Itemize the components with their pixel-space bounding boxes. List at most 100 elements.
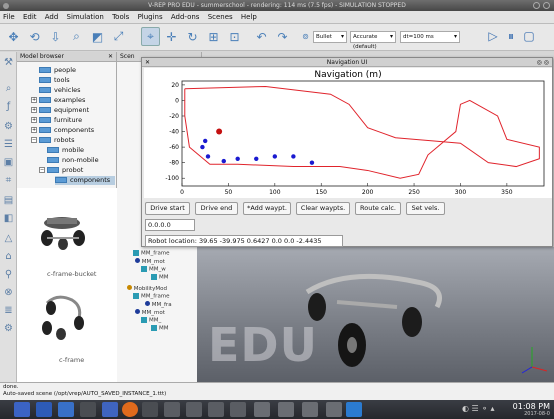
vrep-task-icon[interactable] — [254, 402, 270, 417]
scene-hierarchy-icon[interactable]: ⌂ — [2, 250, 15, 263]
camera-rotate-icon[interactable]: ⟲ — [25, 27, 44, 46]
taskbar-app-icon[interactable] — [208, 402, 224, 417]
hier-item[interactable]: MM_mot — [135, 309, 165, 316]
selection-icon[interactable]: ◧ — [2, 212, 15, 225]
camera-angle-icon[interactable]: ◩ — [88, 27, 107, 46]
click-select-icon[interactable]: ⌖ — [141, 27, 160, 46]
taskbar-app-icon[interactable] — [36, 402, 52, 417]
menu-scenes[interactable]: Scenes — [208, 13, 233, 21]
tree-item-tools[interactable]: tools — [39, 76, 70, 85]
menu-edit[interactable]: Edit — [23, 13, 37, 21]
user-settings-icon[interactable]: ⚲ — [2, 268, 15, 281]
taskbar-app-icon[interactable] — [142, 402, 158, 417]
menu-simulation[interactable]: Simulation — [67, 13, 104, 21]
menu-add-ons[interactable]: Add-ons — [171, 13, 200, 21]
tree-item-robots[interactable]: − robots — [31, 136, 75, 145]
expand-icon[interactable]: + — [31, 127, 37, 133]
calculation-modules-icon[interactable]: ⌕ — [2, 82, 15, 95]
start-menu-icon[interactable] — [14, 402, 30, 417]
hier-item[interactable]: MM_frame — [133, 250, 170, 257]
hier-item[interactable]: MM — [151, 274, 169, 281]
drive-start-button[interactable]: Drive start — [145, 202, 190, 215]
hier-item[interactable]: MM_ — [141, 317, 161, 324]
tray-icons[interactable]: ◐ ☰ ⚬ ▴ — [462, 404, 495, 413]
hier-item[interactable]: MM_frame — [133, 293, 170, 300]
path-edit-icon[interactable]: ⌗ — [2, 174, 15, 187]
tree-item-vehicles[interactable]: vehicles — [39, 86, 81, 95]
drive-end-button[interactable]: Drive end — [195, 202, 238, 215]
shapes-edit-icon[interactable]: ▣ — [2, 156, 15, 169]
tree-item-probot[interactable]: − probot — [39, 166, 83, 175]
stop-icon[interactable]: ▢ — [522, 29, 536, 44]
tree-item-equipment[interactable]: + equipment — [31, 106, 89, 115]
taskbar-app-icon[interactable] — [58, 402, 74, 417]
pause-icon[interactable]: ⏸ — [504, 29, 518, 44]
hier-item[interactable]: MM_w — [141, 266, 166, 273]
physics-engine-select[interactable]: Bullet — [313, 31, 347, 43]
collections-icon[interactable]: ⚙ — [2, 120, 15, 133]
navigation-plot[interactable]: Navigation (m) 0 50 100 150 200 250 300 350 20 0-… — [144, 68, 552, 198]
tree-item-examples[interactable]: + examples — [31, 96, 85, 105]
hier-item[interactable]: MobilityMod — [127, 285, 167, 292]
hier-item[interactable]: MM_mot — [135, 258, 165, 265]
menu-add[interactable]: Add — [45, 13, 59, 21]
minimize-icon[interactable] — [533, 2, 540, 9]
scene-object-properties-icon[interactable]: ⚒ — [2, 56, 15, 69]
transfer-dna-icon[interactable]: ⊡ — [225, 27, 244, 46]
window-controls-icon[interactable]: ◎ ◎ — [537, 58, 549, 67]
tree-item-probot-components[interactable]: components — [55, 176, 115, 185]
fx-icon[interactable]: ƒ — [2, 100, 15, 113]
tree-item-non-mobile[interactable]: non-mobile — [47, 156, 99, 165]
timestep-select[interactable]: dt=100 ms — [400, 31, 460, 43]
taskbar-app-icon[interactable] — [164, 402, 180, 417]
assemble-icon[interactable]: ⊞ — [204, 27, 223, 46]
set-vels-button[interactable]: Set vels. — [406, 202, 445, 215]
add-waypoint-button[interactable]: *Add waypt. — [243, 202, 291, 215]
close-icon[interactable]: ✕ — [145, 58, 150, 67]
collapse-icon[interactable]: − — [39, 167, 45, 173]
vrep-task-icon[interactable] — [302, 402, 318, 417]
expand-icon[interactable]: + — [31, 117, 37, 123]
accuracy-select[interactable]: Accurate (default) — [350, 31, 396, 50]
taskbar-app-icon[interactable] — [230, 402, 246, 417]
tree-item-mobile[interactable]: mobile — [47, 146, 84, 155]
layers-icon[interactable]: ▤ — [2, 194, 15, 207]
close-icon[interactable]: ✕ — [108, 52, 113, 62]
taskbar-app-icon[interactable] — [186, 402, 202, 417]
c-frame-bucket-thumbnail[interactable] — [41, 217, 85, 250]
object-rotate-icon[interactable]: ↻ — [183, 27, 202, 46]
close-icon[interactable] — [543, 2, 550, 9]
waypoint-input[interactable]: 0.0.0.0 — [145, 219, 195, 231]
tree-item-components[interactable]: + components — [31, 126, 94, 135]
collapse-icon[interactable]: − — [31, 137, 37, 143]
hier-item[interactable]: MM — [151, 325, 169, 332]
model-browser-icon[interactable]: △ — [2, 232, 15, 245]
vrep-task-icon[interactable] — [278, 402, 294, 417]
camera-shift-icon[interactable]: ⇩ — [46, 27, 65, 46]
vision-icon[interactable]: ≣ — [2, 304, 15, 317]
expand-icon[interactable]: + — [31, 107, 37, 113]
tree-item-furniture[interactable]: + furniture — [31, 116, 82, 125]
settings-icon[interactable]: ⚙ — [2, 322, 15, 335]
menu-plugins[interactable]: Plugins — [138, 13, 163, 21]
c-frame-thumbnail[interactable] — [42, 295, 84, 340]
clock-time[interactable]: 01:08 PM — [513, 402, 550, 411]
camera-pan-icon[interactable]: ✥ — [4, 27, 23, 46]
menu-file[interactable]: File — [3, 13, 15, 21]
scripts-icon[interactable]: ☰ — [2, 138, 15, 151]
object-shift-icon[interactable]: ✛ — [162, 27, 181, 46]
taskbar-app-icon[interactable] — [80, 402, 96, 417]
redo-icon[interactable]: ↷ — [273, 27, 292, 46]
firefox-icon[interactable] — [122, 402, 138, 417]
tree-item-people[interactable]: people — [39, 66, 76, 75]
camera-zoom-icon[interactable]: ⌕ — [67, 27, 86, 46]
vrep-task-icon[interactable] — [326, 402, 342, 417]
expand-icon[interactable]: + — [31, 97, 37, 103]
shape-icon[interactable]: ⊗ — [2, 286, 15, 299]
taskbar-app-icon[interactable] — [346, 402, 362, 417]
route-calc-button[interactable]: Route calc. — [355, 202, 401, 215]
undo-icon[interactable]: ↶ — [252, 27, 271, 46]
fit-view-icon[interactable]: ⤢ — [109, 27, 128, 46]
taskbar-app-icon[interactable] — [102, 402, 118, 417]
hier-item[interactable]: MM_fra — [145, 301, 172, 308]
